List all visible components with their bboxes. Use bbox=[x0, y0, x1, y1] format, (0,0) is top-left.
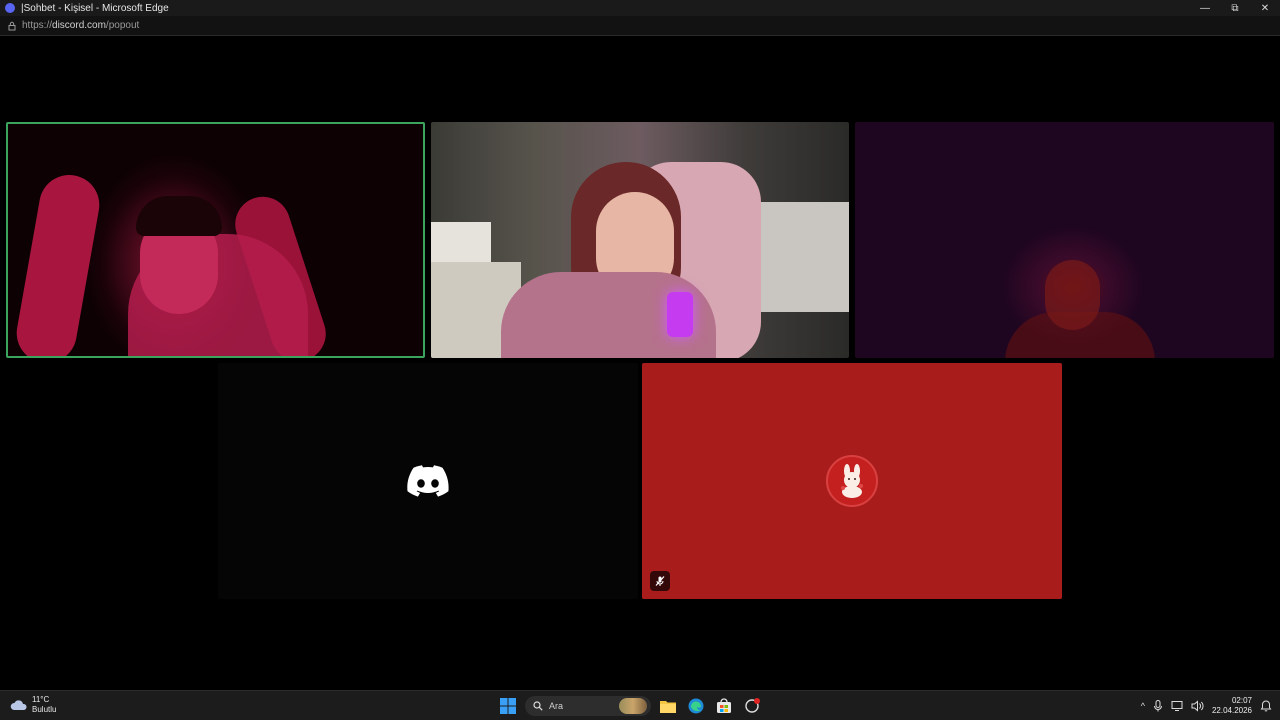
volume-icon[interactable] bbox=[1191, 700, 1204, 712]
weather-temp: 11°C bbox=[32, 695, 50, 704]
minimize-button[interactable]: — bbox=[1190, 0, 1220, 16]
window-controls: — ⧉ ✕ bbox=[1190, 0, 1280, 16]
microphone-light bbox=[667, 292, 693, 337]
start-button[interactable] bbox=[497, 695, 519, 717]
mic-muted-icon bbox=[655, 576, 665, 586]
file-explorer-button[interactable] bbox=[657, 695, 679, 717]
taskbar-apps: Ara bbox=[497, 695, 763, 717]
lock-icon bbox=[8, 21, 16, 30]
restore-button[interactable]: ⧉ bbox=[1220, 0, 1250, 16]
title-bar: |Sohbet - Kişisel - Microsoft Edge — ⧉ ✕ bbox=[0, 0, 1280, 16]
clock-time: 02:07 bbox=[1231, 696, 1252, 705]
url-path: /popout bbox=[105, 20, 140, 31]
discord-app-icon bbox=[5, 3, 15, 13]
chevron-up-icon[interactable]: ^ bbox=[1141, 701, 1145, 711]
clock[interactable]: 02:07 22.04.2026 bbox=[1212, 696, 1252, 716]
app-icon bbox=[745, 698, 760, 713]
search-placeholder: Ara bbox=[549, 701, 564, 711]
avatar-tile-participant-4[interactable] bbox=[218, 363, 638, 599]
video-background bbox=[431, 222, 491, 262]
muted-indicator bbox=[650, 571, 670, 591]
cloud-icon bbox=[10, 700, 27, 710]
edge-icon bbox=[688, 698, 704, 714]
close-button[interactable]: ✕ bbox=[1250, 0, 1280, 16]
store-icon bbox=[717, 698, 731, 713]
edge-button[interactable] bbox=[685, 695, 707, 717]
network-icon[interactable] bbox=[1171, 700, 1183, 712]
video-tile-participant-1[interactable] bbox=[6, 122, 425, 358]
video-figure bbox=[136, 196, 222, 236]
clock-date: 22.04.2026 bbox=[1211, 706, 1252, 715]
microphone-icon[interactable] bbox=[1153, 700, 1163, 712]
avatar-tile-participant-5[interactable] bbox=[642, 363, 1062, 599]
system-tray: ^ 02:07 22.04.2026 bbox=[1141, 695, 1272, 717]
video-figure bbox=[11, 170, 105, 356]
chatgpt-button[interactable] bbox=[741, 695, 763, 717]
address-bar: https://discord.com/popout bbox=[0, 16, 1280, 36]
video-tile-participant-3[interactable] bbox=[855, 122, 1274, 358]
notification-icon[interactable] bbox=[1260, 700, 1272, 712]
taskbar: 11°C Bulutlu Ara ^ 02:07 22.04.2026 bbox=[0, 690, 1280, 720]
url-prefix: https:// bbox=[22, 20, 53, 31]
discord-logo-icon bbox=[407, 465, 449, 497]
avatar bbox=[826, 455, 878, 507]
store-button[interactable] bbox=[713, 695, 735, 717]
video-tile-participant-2[interactable] bbox=[431, 122, 849, 358]
window-title: |Sohbet - Kişisel - Microsoft Edge bbox=[21, 2, 169, 14]
search-icon bbox=[533, 701, 543, 711]
search-highlight-image bbox=[619, 698, 647, 714]
taskbar-search[interactable]: Ara bbox=[525, 696, 651, 716]
weather-condition: Bulutlu bbox=[32, 705, 57, 714]
weather-widget[interactable]: 11°C Bulutlu bbox=[10, 695, 56, 715]
url-domain: discord.com bbox=[52, 20, 106, 31]
bunny-avatar-icon bbox=[841, 464, 863, 498]
video-figure bbox=[1045, 260, 1100, 330]
windows-icon bbox=[500, 698, 516, 714]
folder-icon bbox=[660, 701, 676, 713]
url-text[interactable]: https://discord.com/popout bbox=[22, 20, 139, 31]
